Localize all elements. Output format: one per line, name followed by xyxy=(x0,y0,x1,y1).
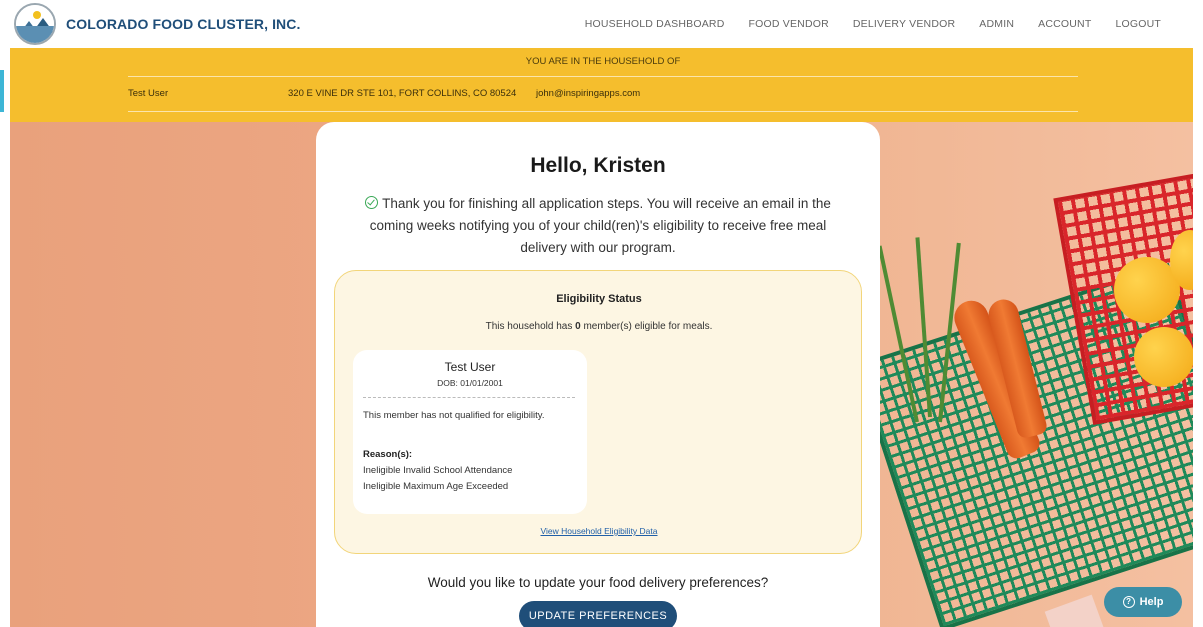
confirmation-text: Thank you for finishing all application … xyxy=(369,196,831,255)
update-preferences-button[interactable]: UPDATE PREFERENCES xyxy=(519,601,677,627)
household-email: john@inspiringapps.com xyxy=(536,88,641,99)
logo-icon xyxy=(14,3,56,45)
eligibility-title: Eligibility Status xyxy=(556,293,642,305)
nav-account[interactable]: ACCOUNT xyxy=(1038,18,1091,30)
check-circle-icon xyxy=(365,196,379,209)
member-divider xyxy=(363,397,575,398)
help-button[interactable]: ? Help xyxy=(1104,587,1182,617)
decor-tag xyxy=(1044,594,1106,627)
household-address: 320 E VINE DR STE 101, FORT COLLINS, CO … xyxy=(288,88,517,99)
nav-admin[interactable]: ADMIN xyxy=(979,18,1014,30)
dob-value: 01/01/2001 xyxy=(460,378,503,388)
member-status-note: This member has not qualified for eligib… xyxy=(363,410,545,421)
top-nav: COLORADO FOOD CLUSTER, INC. HOUSEHOLD DA… xyxy=(0,0,1203,48)
brand-link[interactable]: COLORADO FOOD CLUSTER, INC. xyxy=(14,3,300,45)
eligibility-summary: This household has 0 member(s) eligible … xyxy=(335,321,863,332)
household-banner: YOU ARE IN THE HOUSEHOLD OF Test User 32… xyxy=(10,48,1193,122)
eligibility-panel: Eligibility Status This household has 0 … xyxy=(334,270,862,554)
orange xyxy=(1134,327,1193,387)
member-card: Test User DOB: 01/01/2001 This member ha… xyxy=(353,350,587,514)
summary-prefix: This household has xyxy=(485,321,576,332)
nav-household-dashboard[interactable]: HOUSEHOLD DASHBOARD xyxy=(585,18,725,30)
nav-delivery-vendor[interactable]: DELIVERY VENDOR xyxy=(853,18,955,30)
banner-divider xyxy=(128,76,1078,77)
side-tab[interactable] xyxy=(0,70,4,112)
household-name: Test User xyxy=(128,88,169,99)
confirmation-card: Hello, Kristen Thank you for finishing a… xyxy=(316,122,880,627)
summary-suffix: member(s) eligible for meals. xyxy=(580,321,713,332)
member-name: Test User xyxy=(444,360,496,374)
banner-divider xyxy=(128,111,1078,112)
view-eligibility-link[interactable]: View Household Eligibility Data xyxy=(335,526,863,536)
reason-item: Ineligible Invalid School Attendance xyxy=(363,465,513,476)
nav-logout[interactable]: LOGOUT xyxy=(1115,18,1161,30)
confirmation-message: Thank you for finishing all application … xyxy=(348,193,848,259)
dob-label: DOB: xyxy=(437,378,458,388)
reasons-label: Reason(s): xyxy=(363,449,413,460)
brand-name: COLORADO FOOD CLUSTER, INC. xyxy=(66,16,301,32)
reason-item: Ineligible Maximum Age Exceeded xyxy=(363,481,509,492)
preferences-question: Would you like to update your food deliv… xyxy=(427,575,769,590)
nav-food-vendor[interactable]: FOOD VENDOR xyxy=(749,18,829,30)
banner-title: YOU ARE IN THE HOUSEHOLD OF xyxy=(525,56,681,67)
member-dob: DOB: 01/01/2001 xyxy=(353,378,587,388)
help-label: Help xyxy=(1139,596,1164,608)
nav-links: HOUSEHOLD DASHBOARD FOOD VENDOR DELIVERY… xyxy=(561,0,1161,48)
greeting-heading: Hello, Kristen xyxy=(530,154,666,177)
question-circle-icon: ? xyxy=(1122,596,1135,608)
